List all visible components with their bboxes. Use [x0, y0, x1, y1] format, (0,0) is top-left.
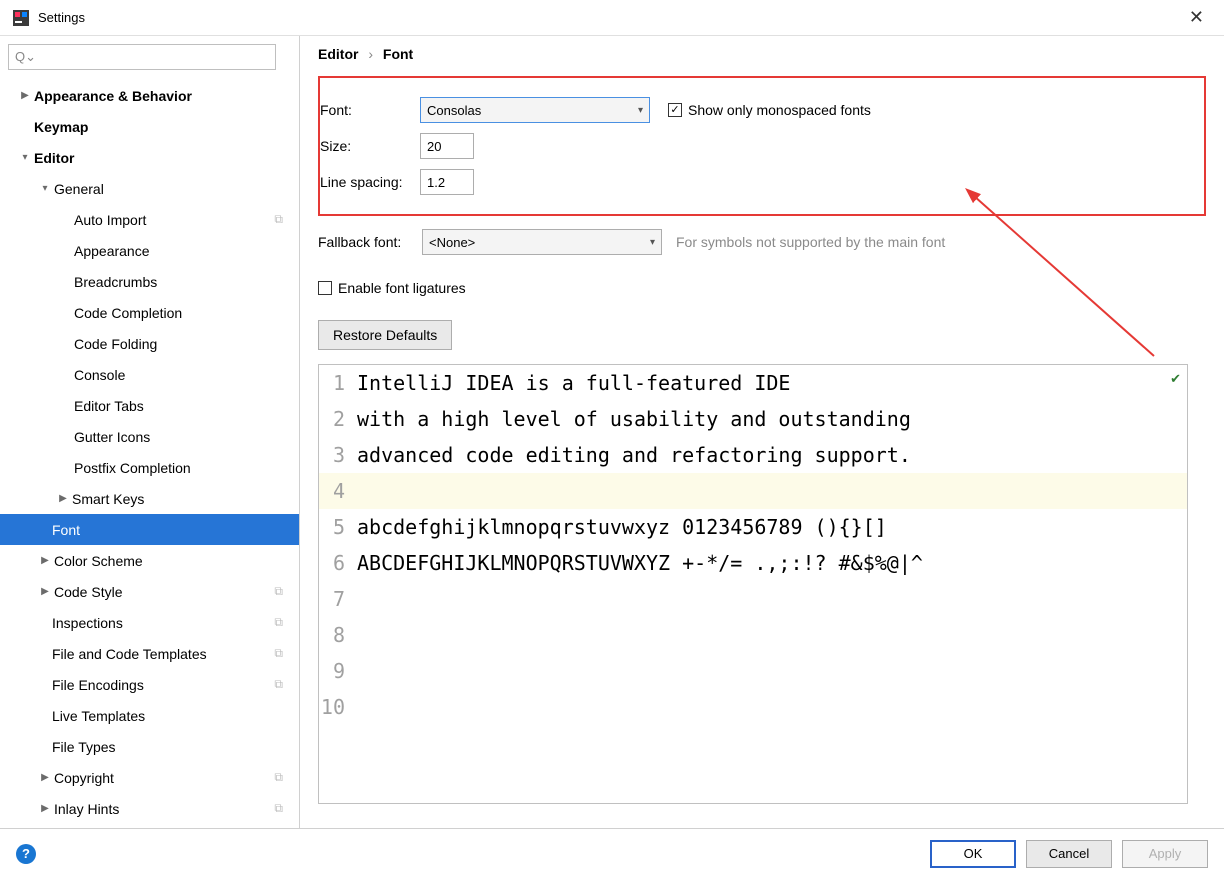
preview-line: advanced code editing and refactoring su… — [351, 437, 911, 473]
preview-line — [351, 689, 357, 725]
size-label: Size: — [320, 138, 420, 154]
app-icon — [12, 9, 30, 27]
tree-inspections[interactable]: Inspections⧉ — [0, 607, 299, 638]
font-select[interactable]: Consolas ▾ — [420, 97, 650, 123]
preview-line: with a high level of usability and outst… — [351, 401, 911, 437]
tree-editor-tabs[interactable]: Editor Tabs — [0, 390, 299, 421]
preview-line — [351, 581, 357, 617]
chevron-down-icon: ▾ — [38, 183, 52, 194]
profile-icon: ⧉ — [274, 615, 283, 630]
profile-icon: ⧉ — [274, 212, 283, 227]
search-input[interactable]: Q⌄ — [8, 44, 276, 70]
profile-icon: ⧉ — [274, 677, 283, 692]
tree-breadcrumbs[interactable]: Breadcrumbs — [0, 266, 299, 297]
profile-icon: ⧉ — [274, 801, 283, 816]
tree-console[interactable]: Console — [0, 359, 299, 390]
breadcrumb-root[interactable]: Editor — [318, 46, 358, 62]
tree-color-scheme[interactable]: ▶Color Scheme — [0, 545, 299, 576]
fallback-font-select[interactable]: <None> ▾ — [422, 229, 662, 255]
breadcrumb-leaf: Font — [383, 46, 413, 62]
tree-file-types[interactable]: File Types — [0, 731, 299, 762]
preview-line — [351, 653, 357, 689]
chevron-down-icon: ▾ — [638, 105, 643, 116]
tree-auto-import[interactable]: Auto Import⧉ — [0, 204, 299, 235]
apply-button: Apply — [1122, 840, 1208, 868]
close-icon[interactable]: ✕ — [1181, 3, 1212, 32]
tree-smart-keys[interactable]: ▶Smart Keys — [0, 483, 299, 514]
font-label: Font: — [320, 102, 420, 118]
chevron-right-icon: ▶ — [38, 803, 52, 814]
restore-defaults-button[interactable]: Restore Defaults — [318, 320, 452, 350]
checkbox-checked-icon: ✓ — [668, 103, 682, 117]
search-icon: Q⌄ — [15, 49, 36, 65]
tree-general[interactable]: ▾General — [0, 173, 299, 204]
checkbox-unchecked-icon — [318, 281, 332, 295]
titlebar: Settings ✕ — [0, 0, 1224, 36]
highlight-box: Font: Consolas ▾ ✓ Show only monospaced … — [318, 76, 1206, 216]
fallback-select-value: <None> — [429, 235, 475, 250]
chevron-down-icon: ▾ — [650, 237, 655, 248]
tree-copyright[interactable]: ▶Copyright⧉ — [0, 762, 299, 793]
tree-file-encodings[interactable]: File Encodings⧉ — [0, 669, 299, 700]
spacing-label: Line spacing: — [320, 174, 420, 190]
tree-font[interactable]: Font — [0, 514, 299, 545]
profile-icon: ⧉ — [274, 584, 283, 599]
content-panel: Editor › Font Font: Consolas ▾ ✓ Show on… — [300, 36, 1224, 828]
preview-line: IntelliJ IDEA is a full-featured IDE — [351, 365, 790, 401]
settings-tree: ▶Appearance & Behavior Keymap ▾Editor ▾G… — [0, 78, 299, 828]
size-input[interactable] — [420, 133, 474, 159]
footer: ? OK Cancel Apply — [0, 828, 1224, 878]
sidebar: Q⌄ ▶Appearance & Behavior Keymap ▾Editor… — [0, 36, 300, 828]
tree-code-style[interactable]: ▶Code Style⧉ — [0, 576, 299, 607]
window-title: Settings — [38, 10, 1181, 25]
font-select-value: Consolas — [427, 103, 481, 118]
ligatures-checkbox[interactable]: Enable font ligatures — [318, 280, 466, 296]
profile-icon: ⧉ — [274, 770, 283, 785]
chevron-right-icon: › — [368, 46, 373, 62]
show-monospaced-checkbox[interactable]: ✓ Show only monospaced fonts — [668, 102, 871, 118]
preview-line — [351, 473, 357, 509]
breadcrumb: Editor › Font — [300, 36, 1224, 76]
chevron-right-icon: ▶ — [38, 555, 52, 566]
chevron-down-icon: ▾ — [18, 152, 32, 163]
chevron-right-icon: ▶ — [38, 586, 52, 597]
tree-appearance-behavior[interactable]: ▶Appearance & Behavior — [0, 80, 299, 111]
line-spacing-input[interactable] — [420, 169, 474, 195]
chevron-right-icon: ▶ — [56, 493, 70, 504]
preview-line: abcdefghijklmnopqrstuvwxyz 0123456789 ()… — [351, 509, 887, 545]
font-preview[interactable]: ✔ 1IntelliJ IDEA is a full-featured IDE … — [318, 364, 1188, 804]
tree-code-completion[interactable]: Code Completion — [0, 297, 299, 328]
search-field[interactable] — [40, 50, 269, 65]
tree-code-folding[interactable]: Code Folding — [0, 328, 299, 359]
fallback-label: Fallback font: — [318, 234, 422, 250]
preview-line: ABCDEFGHIJKLMNOPQRSTUVWXYZ +-*/= .,;:!? … — [351, 545, 923, 581]
tree-appearance[interactable]: Appearance — [0, 235, 299, 266]
tree-gutter-icons[interactable]: Gutter Icons — [0, 421, 299, 452]
cancel-button[interactable]: Cancel — [1026, 840, 1112, 868]
check-icon: ✔ — [1170, 371, 1181, 387]
tree-live-templates[interactable]: Live Templates — [0, 700, 299, 731]
tree-postfix-completion[interactable]: Postfix Completion — [0, 452, 299, 483]
chevron-right-icon: ▶ — [18, 90, 32, 101]
chevron-right-icon: ▶ — [38, 772, 52, 783]
profile-icon: ⧉ — [274, 646, 283, 661]
tree-inlay-hints[interactable]: ▶Inlay Hints⧉ — [0, 793, 299, 824]
tree-editor[interactable]: ▾Editor — [0, 142, 299, 173]
tree-file-templates[interactable]: File and Code Templates⧉ — [0, 638, 299, 669]
preview-line — [351, 617, 357, 653]
ok-button[interactable]: OK — [930, 840, 1016, 868]
fallback-hint: For symbols not supported by the main fo… — [676, 234, 945, 250]
help-button[interactable]: ? — [16, 844, 36, 864]
tree-keymap[interactable]: Keymap — [0, 111, 299, 142]
